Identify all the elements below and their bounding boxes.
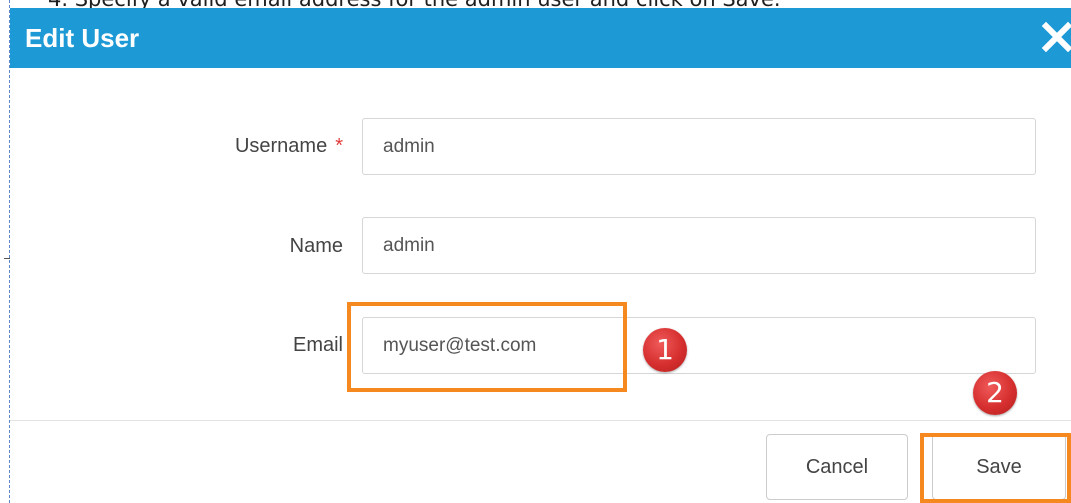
- name-label: Name: [289, 235, 343, 257]
- dialog-titlebar: Edit User: [10, 8, 1071, 68]
- username-label-text: Username: [234, 135, 328, 157]
- page: 4. Specify a valid email address for the…: [0, 0, 1071, 503]
- email-input[interactable]: [362, 317, 1036, 374]
- close-icon-glyph: [1041, 21, 1071, 53]
- dialog-title: Edit User: [25, 23, 140, 53]
- step-1-marker: 1: [643, 328, 687, 372]
- email-label: Email: [292, 334, 343, 356]
- close-icon[interactable]: [1040, 20, 1071, 54]
- save-button[interactable]: Save: [932, 434, 1066, 500]
- step-2-marker: 2: [973, 371, 1017, 415]
- edit-user-dialog: Edit User Username * Name Email Cancel Sa…: [10, 8, 1071, 503]
- cancel-button[interactable]: Cancel: [766, 434, 908, 500]
- name-input[interactable]: [362, 217, 1036, 274]
- footer-divider: [10, 420, 1071, 421]
- username-label: Username *: [235, 134, 343, 158]
- required-asterisk: *: [335, 135, 343, 157]
- username-input[interactable]: [362, 118, 1036, 175]
